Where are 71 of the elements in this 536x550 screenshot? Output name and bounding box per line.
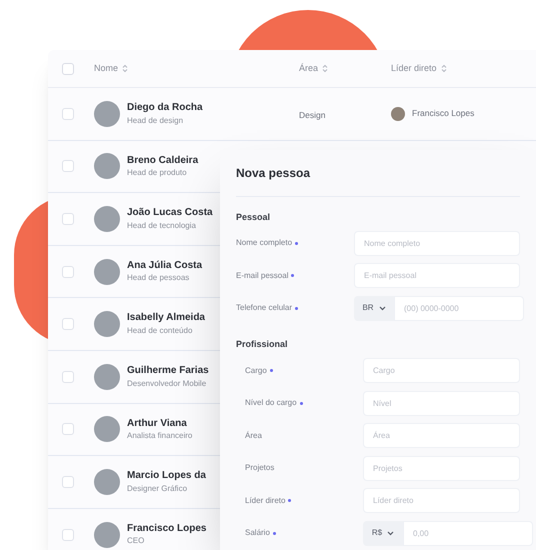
- avatar: [94, 100, 120, 127]
- person-role: Head de tecnologia: [127, 220, 197, 231]
- avatar: [94, 468, 120, 495]
- person-name: Diego da Rocha: [127, 102, 203, 115]
- input-field[interactable]: Líder direto: [363, 488, 520, 514]
- field-label: Líder direto: [245, 494, 286, 507]
- input-field[interactable]: 0,00: [403, 520, 533, 546]
- avatar: [391, 106, 405, 121]
- avatar: [94, 364, 120, 390]
- column-header[interactable]: Líder direto: [391, 62, 437, 76]
- input-field[interactable]: Área: [363, 423, 520, 448]
- section-title: Profissional: [236, 338, 288, 351]
- avatar: [94, 206, 120, 232]
- person-role: Analista financeiro: [127, 431, 192, 442]
- chevron-down-icon: [378, 306, 386, 311]
- row-checkbox[interactable]: [62, 528, 74, 541]
- input-field[interactable]: Cargo: [363, 358, 520, 384]
- column-header[interactable]: Área: [299, 62, 318, 76]
- person-name: Francisco Lopes: [127, 522, 206, 536]
- row-checkbox[interactable]: [62, 476, 74, 488]
- person-role: Head de produto: [127, 168, 188, 178]
- person-name: João Lucas Costa: [127, 207, 213, 220]
- person-name: Breno Caldeira: [127, 154, 198, 168]
- input-field[interactable]: Nome completo: [354, 230, 520, 256]
- avatar: [94, 416, 120, 442]
- input-field[interactable]: (00) 0000-0000: [394, 296, 524, 321]
- person-name: Arthur Viana: [127, 418, 188, 430]
- prefix-dropdown[interactable]: R$: [363, 520, 403, 546]
- chevron-down-icon: [387, 530, 394, 536]
- input-field[interactable]: Projetos: [363, 456, 520, 481]
- person-name: Ana Júlia Costa: [127, 260, 202, 272]
- sort-icon[interactable]: [440, 64, 447, 73]
- input-field[interactable]: Nível: [363, 390, 520, 416]
- person-name: Guilherme Farias: [127, 365, 209, 378]
- field-label: E-mail pessoal: [236, 270, 288, 282]
- field-label: Projetos: [245, 462, 274, 474]
- row-checkbox[interactable]: [62, 318, 74, 330]
- input-field[interactable]: E-mail pessoal: [354, 263, 520, 288]
- row-checkbox[interactable]: [62, 423, 74, 436]
- select-all-checkbox[interactable]: [62, 62, 74, 74]
- person-name: Isabelly Almeida: [127, 312, 205, 325]
- field-label: Cargo: [245, 364, 267, 377]
- field-label: Nível do cargo: [245, 397, 297, 410]
- person-name: Marcio Lopes da: [127, 470, 206, 483]
- table-cell: Design: [299, 110, 326, 120]
- section-title: Pessoal: [236, 210, 270, 224]
- person-role: Head de design: [127, 116, 184, 126]
- row-checkbox[interactable]: [62, 160, 74, 172]
- row-checkbox[interactable]: [62, 370, 74, 383]
- avatar: [94, 311, 120, 338]
- field-label: Salário: [245, 527, 270, 540]
- field-label: Área: [245, 430, 262, 442]
- avatar: [94, 153, 120, 180]
- avatar: [94, 522, 120, 548]
- table-cell: Francisco Lopes: [412, 107, 474, 120]
- sort-icon[interactable]: [322, 64, 328, 73]
- person-role: Designer Gráfico: [127, 484, 188, 494]
- person-role: Desenvolvedor Mobile: [127, 378, 208, 389]
- row-checkbox[interactable]: [62, 108, 74, 120]
- avatar: [94, 258, 120, 285]
- person-role: Head de pessoas: [127, 273, 190, 284]
- field-label: Telefone celular: [236, 302, 292, 314]
- person-role: CEO: [127, 536, 146, 546]
- row-checkbox[interactable]: [62, 212, 74, 225]
- column-header[interactable]: Nome: [94, 62, 118, 76]
- field-label: Nome completo: [236, 237, 292, 250]
- modal-title: Nova pessoa: [236, 165, 310, 182]
- person-role: Head de conteúdo: [127, 326, 194, 336]
- sort-icon[interactable]: [122, 64, 128, 73]
- prefix-dropdown[interactable]: BR: [354, 296, 394, 321]
- row-checkbox[interactable]: [62, 266, 74, 278]
